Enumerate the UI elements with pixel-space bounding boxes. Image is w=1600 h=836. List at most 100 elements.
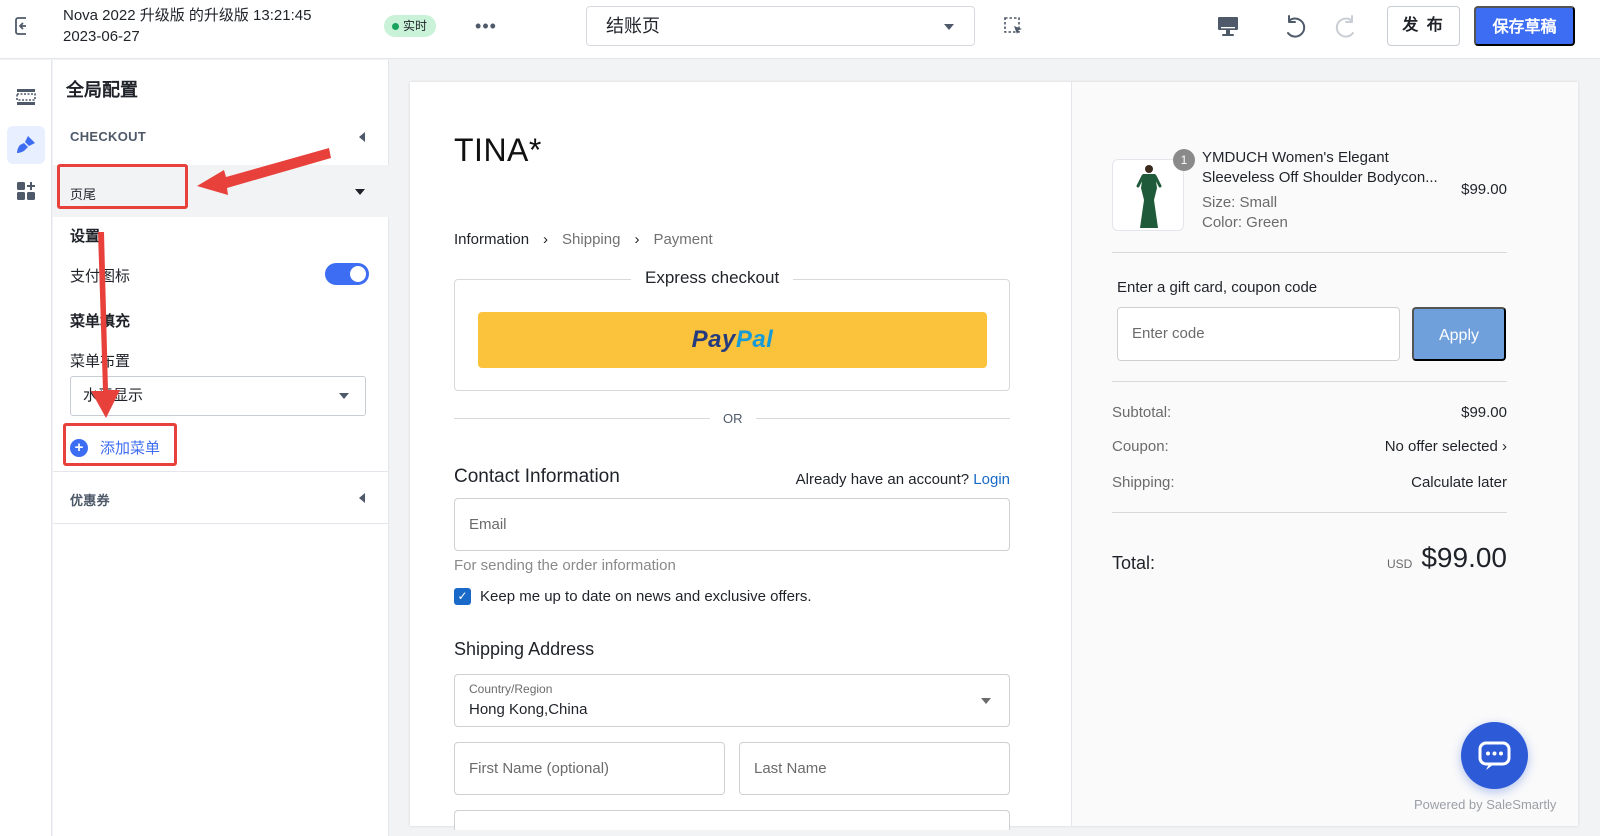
chevron-right-icon: › bbox=[634, 231, 640, 248]
theme-title-block: Nova 2022 升级版 的升级版 13:21:45 2023-06-27 bbox=[63, 5, 311, 47]
toggle-knob bbox=[350, 266, 366, 282]
annotation-box-add-menu bbox=[63, 423, 177, 466]
coupon-label: Coupon: bbox=[1112, 438, 1169, 455]
redo-icon[interactable] bbox=[1333, 12, 1361, 40]
subtotal-label: Subtotal: bbox=[1112, 404, 1172, 421]
product-thumbnail bbox=[1112, 159, 1184, 231]
live-badge-label: 实时 bbox=[403, 19, 428, 33]
apply-coupon-button[interactable]: Apply bbox=[1412, 307, 1506, 361]
paypal-logo-pay: Pay bbox=[691, 326, 736, 353]
chevron-right-icon: › bbox=[1497, 438, 1507, 455]
coupon-code-input[interactable]: Enter code bbox=[1117, 307, 1400, 361]
payment-icon-toggle[interactable] bbox=[325, 263, 369, 285]
live-dot-icon bbox=[392, 22, 399, 30]
desktop-preview-icon[interactable] bbox=[1214, 12, 1242, 40]
last-name-field[interactable]: Last Name bbox=[739, 742, 1010, 795]
breadcrumb: Information › Shipping › Payment bbox=[454, 231, 713, 248]
divider bbox=[53, 471, 389, 472]
exit-icon[interactable] bbox=[12, 14, 36, 38]
coupon-code-placeholder: Enter code bbox=[1132, 325, 1205, 342]
payment-icon-label: 支付图标 bbox=[70, 268, 131, 285]
shipping-label: Shipping: bbox=[1112, 474, 1175, 491]
menu-layout-value: 水平显示 bbox=[83, 387, 144, 404]
live-status-badge: 实时 bbox=[384, 15, 437, 37]
checkbox-checked-icon[interactable]: ✓ bbox=[454, 588, 471, 605]
publish-button[interactable]: 发 布 bbox=[1387, 6, 1460, 46]
product-price: $99.00 bbox=[1461, 181, 1507, 198]
contact-title: Contact Information bbox=[454, 466, 620, 487]
paypal-logo-pal: Pal bbox=[735, 326, 774, 353]
newsletter-checkbox-row[interactable]: ✓ Keep me up to date on news and exclusi… bbox=[454, 588, 812, 605]
settings-heading: 设置 bbox=[70, 228, 101, 245]
or-separator: OR bbox=[723, 411, 743, 426]
country-label: Country/Region bbox=[469, 682, 553, 696]
subtotal-value: $99.00 bbox=[1461, 404, 1507, 421]
section-checkout[interactable]: CHECKOUT bbox=[53, 112, 389, 162]
top-bar: Nova 2022 升级版 的升级版 13:21:45 2023-06-27 实… bbox=[0, 0, 1600, 59]
page-selector[interactable]: 结账页 bbox=[586, 6, 975, 46]
divider bbox=[1112, 381, 1507, 382]
powered-by-label: Powered by SaleSmartly bbox=[1414, 797, 1557, 812]
undo-icon[interactable] bbox=[1280, 12, 1308, 40]
menu-layout-select[interactable]: 水平显示 bbox=[70, 376, 366, 416]
last-name-placeholder: Last Name bbox=[754, 760, 827, 777]
login-link[interactable]: Login bbox=[973, 471, 1010, 488]
chat-bubble-icon[interactable] bbox=[1461, 722, 1528, 789]
email-field[interactable]: Email bbox=[454, 498, 1010, 551]
settings-panel: 全局配置 CHECKOUT 页尾 设置 支付图标 菜单填充 菜单布置 水平显示 … bbox=[53, 60, 389, 836]
total-currency: USD bbox=[1387, 557, 1413, 571]
divider bbox=[1112, 252, 1507, 253]
gift-card-label: Enter a gift card, coupon code bbox=[1117, 279, 1318, 296]
chevron-left-icon bbox=[359, 132, 365, 142]
divider bbox=[53, 523, 389, 524]
total-value: $99.00 bbox=[1421, 542, 1507, 573]
chevron-left-icon bbox=[359, 493, 365, 503]
account-prompt-text: Already have an account? bbox=[795, 471, 970, 488]
product-size: Size: Small bbox=[1202, 194, 1278, 211]
select-area-icon[interactable] bbox=[1003, 16, 1025, 38]
section-coupon-label: 优惠券 bbox=[70, 493, 110, 508]
save-draft-button[interactable]: 保存草稿 bbox=[1474, 6, 1575, 46]
express-checkout-label: Express checkout bbox=[631, 268, 794, 288]
section-coupon[interactable]: 优惠券 bbox=[53, 473, 389, 523]
paypal-button[interactable]: PayPal bbox=[478, 312, 987, 368]
divider bbox=[454, 418, 710, 419]
sections-icon[interactable] bbox=[7, 78, 45, 116]
chevron-right-icon: › bbox=[543, 231, 549, 248]
chevron-down-icon bbox=[944, 24, 954, 30]
menu-fill-heading: 菜单填充 bbox=[70, 313, 131, 330]
address-field[interactable] bbox=[454, 810, 1010, 830]
first-name-field[interactable]: First Name (optional) bbox=[454, 742, 725, 795]
product-color: Color: Green bbox=[1202, 214, 1288, 231]
divider bbox=[1112, 512, 1507, 513]
chevron-down-icon bbox=[355, 189, 365, 195]
chevron-down-icon bbox=[981, 698, 991, 704]
email-hint: For sending the order information bbox=[454, 557, 676, 574]
more-icon[interactable]: ••• bbox=[474, 14, 498, 38]
breadcrumb-payment[interactable]: Payment bbox=[653, 231, 712, 248]
newsletter-label: Keep me up to date on news and exclusive… bbox=[480, 588, 812, 605]
theme-date: 2023-06-27 bbox=[63, 28, 140, 45]
page-selector-value: 结账页 bbox=[606, 16, 660, 36]
coupon-value-text: No offer selected bbox=[1384, 438, 1498, 455]
first-name-placeholder: First Name (optional) bbox=[469, 760, 610, 777]
shipping-address-title: Shipping Address bbox=[454, 639, 595, 659]
breadcrumb-shipping[interactable]: Shipping bbox=[562, 231, 620, 248]
total-label: Total: bbox=[1112, 553, 1156, 573]
add-app-icon[interactable] bbox=[7, 172, 45, 210]
email-placeholder: Email bbox=[469, 516, 507, 533]
store-logo: TINA* bbox=[454, 132, 542, 168]
left-icon-rail bbox=[0, 60, 52, 836]
theme-title: Nova 2022 升级版 的升级版 13:21:45 bbox=[63, 7, 312, 24]
quantity-badge: 1 bbox=[1173, 149, 1195, 171]
product-name: YMDUCH Women's Elegant Sleeveless Off Sh… bbox=[1202, 149, 1438, 186]
divider bbox=[756, 418, 1010, 419]
breadcrumb-information[interactable]: Information bbox=[454, 231, 529, 248]
country-value: Hong Kong,China bbox=[469, 701, 588, 718]
theme-brush-icon[interactable] bbox=[7, 126, 45, 164]
menu-layout-label: 菜单布置 bbox=[70, 353, 131, 370]
panel-title: 全局配置 bbox=[66, 80, 138, 100]
annotation-box-footer bbox=[57, 164, 188, 209]
account-prompt: Already have an account? Login bbox=[796, 471, 1010, 488]
section-checkout-label: CHECKOUT bbox=[70, 129, 147, 144]
